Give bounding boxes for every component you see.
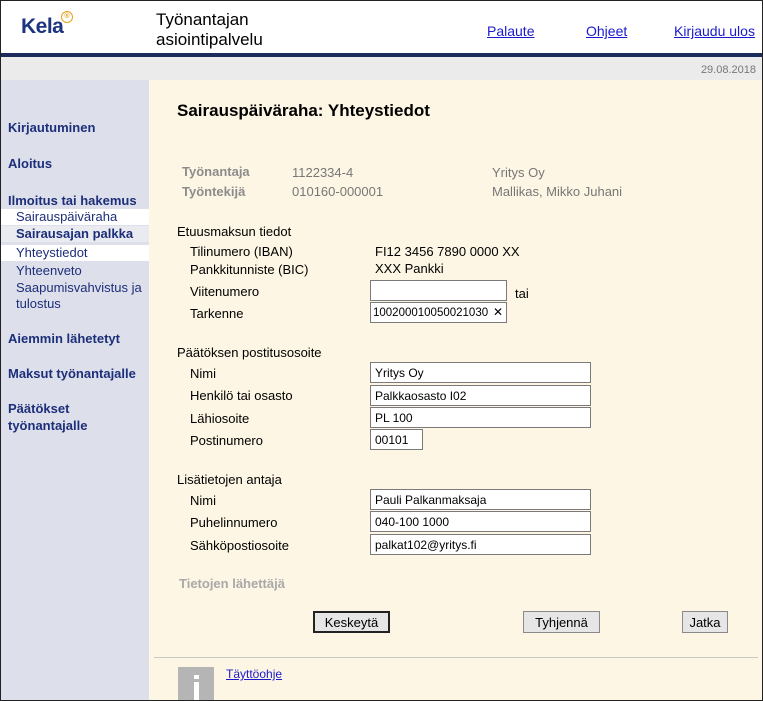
iban-value: FI12 3456 7890 0000 XX <box>375 244 520 259</box>
sidebar-item-previous[interactable]: Aiemmin lähetetyt <box>8 330 120 347</box>
logo-mark-icon: ® <box>61 11 73 23</box>
employer-id: 1122334-4 <box>292 165 354 180</box>
employer-name: Yritys Oy <box>492 165 545 180</box>
logout-link[interactable]: Kirjaudu ulos <box>674 23 755 39</box>
bic-value: XXX Pankki <box>375 261 444 276</box>
sidebar-item-login[interactable]: Kirjautuminen <box>8 119 95 136</box>
kela-logo[interactable]: Kela <box>21 15 64 39</box>
specifier-label: Tarkenne <box>190 306 244 321</box>
info-icon <box>178 667 214 700</box>
postal-zip-label: Postinumero <box>190 433 263 448</box>
info-email-input[interactable] <box>370 534 591 555</box>
postal-name-label: Nimi <box>190 366 216 381</box>
feedback-link[interactable]: Palaute <box>487 23 534 39</box>
reference-input[interactable] <box>370 280 507 301</box>
postal-name-input[interactable] <box>370 362 591 383</box>
postal-person-label: Henkilö tai osasto <box>190 388 293 403</box>
clear-input-icon[interactable]: ✕ <box>493 305 503 319</box>
postal-zip-input[interactable] <box>370 429 423 450</box>
info-heading: Lisätietojen antaja <box>177 472 282 487</box>
sidebar-item-start[interactable]: Aloitus <box>8 155 52 172</box>
clear-button[interactable]: Tyhjennä <box>523 611 600 633</box>
info-email-label: Sähköpostiosoite <box>190 538 290 553</box>
info-name-input[interactable] <box>370 489 591 510</box>
info-phone-label: Puhelinnumero <box>190 515 278 530</box>
sidebar-subitem-receipt[interactable]: Saapumisvahvistus ja tulostus <box>1 280 149 312</box>
cancel-button[interactable]: Keskeytä <box>313 611 390 633</box>
specifier-input[interactable] <box>370 302 507 323</box>
postal-heading: Päätöksen postitusosoite <box>177 345 322 360</box>
iban-label: Tilinumero (IBAN) <box>190 244 293 259</box>
next-button[interactable]: Jatka <box>682 611 728 633</box>
sender-heading: Tietojen lähettäjä <box>179 576 285 591</box>
sidebar: Kirjautuminen Aloitus Ilmoitus tai hakem… <box>1 80 149 700</box>
info-name-label: Nimi <box>190 493 216 508</box>
sidebar-subitem-sick-pay[interactable]: Sairausajan palkka <box>1 226 149 242</box>
postal-street-label: Lähiosoite <box>190 411 250 426</box>
employee-name: Mallikas, Mikko Juhani <box>492 184 623 199</box>
sidebar-item-application[interactable]: Ilmoitus tai hakemus <box>8 192 137 209</box>
app-window: Kela ® Työnantajan asiointipalvelu Palau… <box>0 0 763 701</box>
footer-divider <box>154 657 758 658</box>
payment-heading: Etuusmaksun tiedot <box>177 224 292 239</box>
page-title: Sairauspäiväraha: Yhteystiedot <box>177 101 430 120</box>
sidebar-subitem-contact[interactable]: Yhteystiedot <box>1 245 149 261</box>
help-link-top[interactable]: Ohjeet <box>586 23 627 39</box>
header: Kela ® Työnantajan asiointipalvelu Palau… <box>1 1 762 53</box>
postal-person-input[interactable] <box>370 385 591 406</box>
sidebar-subitem-summary[interactable]: Yhteenveto <box>1 263 149 279</box>
main-content: Sairauspäiväraha: Yhteystiedot Työnantaj… <box>149 80 762 700</box>
fill-instructions-link[interactable]: Täyttöohje <box>226 667 282 681</box>
bic-label: Pankkitunniste (BIC) <box>190 262 309 277</box>
info-phone-input[interactable] <box>370 511 591 532</box>
postal-street-input[interactable] <box>370 407 591 428</box>
sidebar-item-decisions[interactable]: Päätökset työnantajalle <box>8 400 128 434</box>
or-label: tai <box>515 286 529 301</box>
employee-label: Työntekijä <box>182 184 246 199</box>
sidebar-subitem-sick-allowance[interactable]: Sairauspäiväraha <box>1 209 149 225</box>
date-bar: 29.08.2018 <box>1 57 762 80</box>
reference-label: Viitenumero <box>190 284 260 299</box>
sidebar-item-payments[interactable]: Maksut työnantajalle <box>8 365 136 382</box>
employee-id: 010160-000001 <box>292 184 384 199</box>
employer-label: Työnantaja <box>182 164 250 179</box>
app-title: Työnantajan asiointipalvelu <box>156 10 263 49</box>
current-date: 29.08.2018 <box>700 64 756 76</box>
